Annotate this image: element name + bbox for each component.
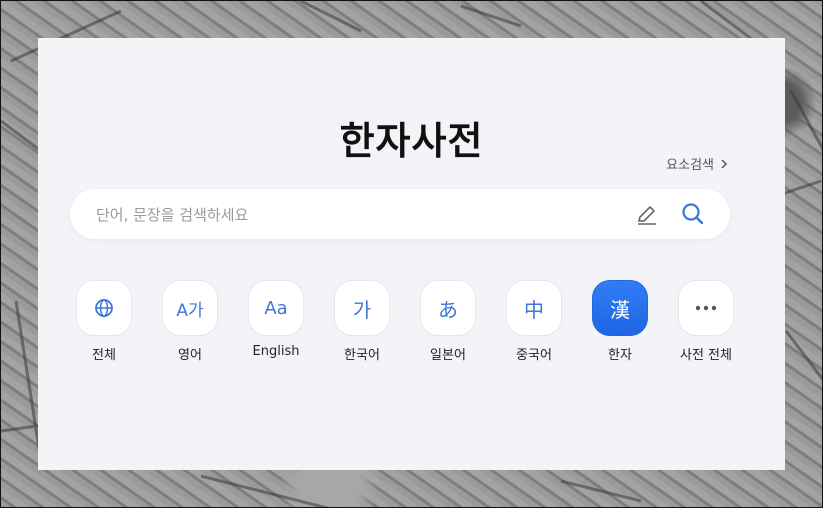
category-tile: A가 [162,280,218,336]
more-dots-icon [695,305,717,311]
category-label: 사전 전체 [680,348,732,363]
category-label: 일본어 [430,348,466,363]
category-tile [76,280,132,336]
element-search-link[interactable]: 요소검색 [666,154,730,173]
category-all[interactable]: 전체 [66,280,142,363]
category-all-dictionaries[interactable]: 사전 전체 [668,280,744,363]
category-label: English [252,344,300,359]
pen-icon[interactable] [634,202,660,228]
category-korean[interactable]: 가 한국어 [324,280,400,363]
search-bar [70,189,730,241]
category-glyph: 가 [352,297,372,322]
category-hanja[interactable]: 漢 한자 [582,280,658,363]
category-tile [678,280,734,336]
category-japanese[interactable]: あ 일본어 [410,280,486,363]
category-glyph: Aa [264,297,288,319]
dictionary-panel: 한자사전 요소검색 전체 [38,38,785,470]
category-glyph: あ [438,297,458,322]
category-label: 한자 [608,348,632,363]
category-label: 한국어 [344,348,380,363]
category-tile: 中 [506,280,562,336]
search-icon[interactable] [680,201,706,227]
category-english-english[interactable]: Aa English [238,280,314,359]
category-list: 전체 A가 영어 Aa English 가 한국어 あ 일본어 中 중국어 漢 … [70,280,770,370]
category-label: 영어 [178,348,202,363]
search-input[interactable] [94,189,618,241]
category-chinese[interactable]: 中 중국어 [496,280,572,363]
category-glyph: 中 [524,297,544,322]
globe-icon [95,299,113,317]
category-tile: 가 [334,280,390,336]
category-glyph: A가 [176,300,204,321]
category-label: 전체 [92,348,116,363]
chevron-right-icon [721,158,728,169]
category-glyph: 漢 [610,297,630,322]
category-label: 중국어 [516,348,552,363]
category-english[interactable]: A가 영어 [152,280,228,363]
element-search-label: 요소검색 [666,158,714,173]
category-tile: 漢 [592,280,648,336]
category-tile: Aa [248,280,304,336]
category-tile: あ [420,280,476,336]
